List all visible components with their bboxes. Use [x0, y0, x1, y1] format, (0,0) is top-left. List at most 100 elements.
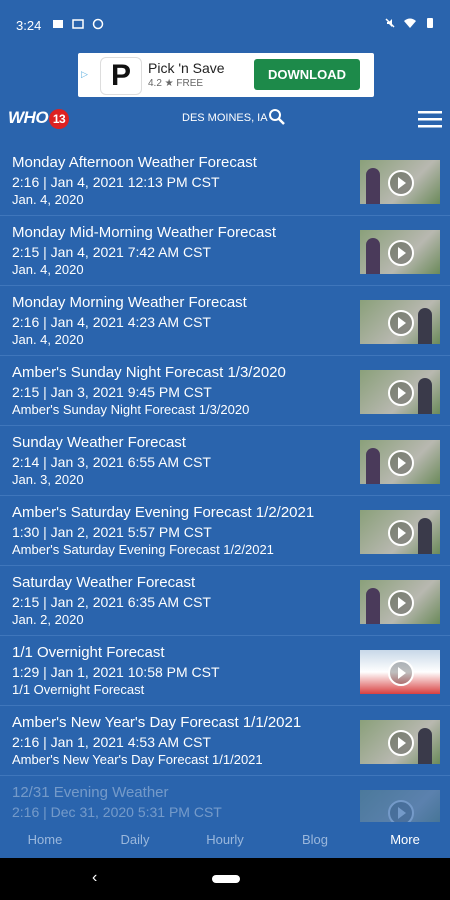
presenter-figure — [418, 518, 432, 554]
play-icon[interactable] — [388, 590, 414, 616]
video-thumbnail[interactable] — [360, 230, 440, 274]
wifi-icon — [404, 18, 416, 28]
list-item[interactable]: Sunday Weather Forecast 2:14 | Jan 3, 20… — [0, 426, 450, 496]
video-list: Monday Afternoon Weather Forecast 2:16 |… — [0, 146, 450, 822]
presenter-figure — [418, 728, 432, 764]
system-nav-bar: ‹ — [0, 858, 450, 900]
play-icon[interactable] — [388, 380, 414, 406]
location-label[interactable]: DES MOINES, IA — [182, 112, 268, 124]
play-icon[interactable] — [388, 240, 414, 266]
ad-logo-letter: P — [110, 59, 131, 92]
video-subtitle: Jan. 4, 2020 — [12, 262, 84, 277]
video-title: Monday Mid-Morning Weather Forecast — [12, 224, 276, 241]
video-thumbnail[interactable] — [360, 580, 440, 624]
video-subtitle: Amber's New Year's Day Forecast 1/1/2021 — [12, 752, 263, 767]
video-title: Amber's Saturday Evening Forecast 1/2/20… — [12, 504, 315, 521]
video-subtitle: Amber's Sunday Night Forecast 1/3/2020 — [12, 402, 250, 417]
video-title: Monday Afternoon Weather Forecast — [12, 154, 257, 171]
video-meta: 2:15 | Jan 4, 2021 7:42 AM CST — [12, 244, 211, 260]
play-icon[interactable] — [388, 170, 414, 196]
presenter-figure — [418, 378, 432, 414]
list-item[interactable]: Amber's New Year's Day Forecast 1/1/2021… — [0, 706, 450, 776]
tab-more[interactable]: More — [360, 822, 450, 858]
presenter-figure — [366, 168, 380, 204]
play-icon[interactable] — [388, 450, 414, 476]
video-meta: 2:16 | Jan 4, 2021 4:23 AM CST — [12, 314, 211, 330]
video-title: 1/1 Overnight Forecast — [12, 644, 165, 661]
status-bar: 3:24 — [0, 0, 450, 52]
video-meta: 2:15 | Jan 2, 2021 6:35 AM CST — [12, 594, 211, 610]
video-thumbnail[interactable] — [360, 720, 440, 764]
list-item[interactable]: 1/1 Overnight Forecast 1:29 | Jan 1, 202… — [0, 636, 450, 706]
video-title: Amber's Sunday Night Forecast 1/3/2020 — [12, 364, 286, 381]
video-thumbnail[interactable] — [360, 440, 440, 484]
brand-text: WHO — [8, 108, 49, 127]
list-item[interactable]: Amber's Sunday Night Forecast 1/3/2020 2… — [0, 356, 450, 426]
list-item[interactable]: Monday Afternoon Weather Forecast 2:16 |… — [0, 146, 450, 216]
video-meta: 1:30 | Jan 2, 2021 5:57 PM CST — [12, 524, 212, 540]
brand-logo[interactable]: WHO 13 — [8, 108, 70, 129]
play-icon[interactable] — [388, 730, 414, 756]
video-meta: 2:16 | Dec 31, 2020 5:31 PM CST — [12, 804, 222, 820]
video-subtitle: Jan. 3, 2020 — [12, 472, 84, 487]
list-item[interactable]: Saturday Weather Forecast 2:15 | Jan 2, … — [0, 566, 450, 636]
video-subtitle: Jan. 2, 2020 — [12, 612, 84, 627]
ad-choices-icon[interactable]: ▷ — [81, 69, 88, 80]
video-subtitle: 1/1 Overnight Forecast — [12, 682, 145, 697]
video-title: 12/31 Evening Weather — [12, 784, 169, 801]
home-pill-icon[interactable] — [212, 875, 240, 883]
video-thumbnail[interactable] — [360, 160, 440, 204]
video-title: Monday Morning Weather Forecast — [12, 294, 247, 311]
play-icon[interactable] — [388, 520, 414, 546]
video-thumbnail[interactable] — [360, 300, 440, 344]
video-title: Sunday Weather Forecast — [12, 434, 186, 451]
list-item[interactable]: 12/31 Evening Weather 2:16 | Dec 31, 202… — [0, 776, 450, 822]
ad-app-name: Pick 'n Save — [148, 60, 225, 76]
list-item[interactable]: Amber's Saturday Evening Forecast 1/2/20… — [0, 496, 450, 566]
brand-number: 13 — [49, 108, 70, 129]
video-thumbnail[interactable] — [360, 510, 440, 554]
cast-icon — [72, 19, 84, 29]
presenter-figure — [366, 448, 380, 484]
tab-daily[interactable]: Daily — [90, 822, 180, 858]
video-meta: 2:14 | Jan 3, 2021 6:55 AM CST — [12, 454, 211, 470]
tab-hourly[interactable]: Hourly — [180, 822, 270, 858]
ad-app-rating: 4.2 ★ FREE — [148, 78, 204, 89]
play-icon[interactable] — [388, 660, 414, 686]
video-subtitle: Amber's Saturday Evening Forecast 1/2/20… — [12, 542, 274, 557]
status-right-icons — [384, 17, 436, 29]
battery-icon — [427, 18, 433, 28]
video-meta: 2:16 | Jan 1, 2021 4:53 AM CST — [12, 734, 211, 750]
ad-download-button[interactable]: DOWNLOAD — [254, 59, 360, 90]
back-icon[interactable]: ‹ — [92, 869, 97, 887]
tab-home[interactable]: Home — [0, 822, 90, 858]
status-left-icons — [52, 18, 104, 30]
presenter-figure — [418, 308, 432, 344]
status-time: 3:24 — [16, 18, 42, 33]
app-header: WHO 13 DES MOINES, IA — [0, 98, 450, 140]
ad-banner[interactable]: ▷ P Pick 'n Save 4.2 ★ FREE DOWNLOAD — [78, 53, 374, 97]
list-item[interactable]: Monday Mid-Morning Weather Forecast 2:15… — [0, 216, 450, 286]
presenter-figure — [366, 588, 380, 624]
video-title: Saturday Weather Forecast — [12, 574, 196, 591]
play-icon[interactable] — [388, 310, 414, 336]
video-meta: 2:16 | Jan 4, 2021 12:13 PM CST — [12, 174, 220, 190]
gallery-icon — [53, 20, 63, 28]
sync-icon — [92, 18, 104, 30]
hamburger-menu-icon[interactable] — [418, 110, 442, 128]
video-meta: 1:29 | Jan 1, 2021 10:58 PM CST — [12, 664, 220, 680]
list-item[interactable]: Monday Morning Weather Forecast 2:16 | J… — [0, 286, 450, 356]
video-thumbnail[interactable] — [360, 650, 440, 694]
video-subtitle: Jan. 4, 2020 — [12, 332, 84, 347]
play-icon[interactable] — [388, 800, 414, 822]
video-subtitle: Jan. 4, 2020 — [12, 192, 84, 207]
mute-icon — [385, 18, 395, 28]
video-thumbnail[interactable] — [360, 790, 440, 822]
search-icon[interactable] — [268, 108, 286, 126]
bottom-tab-bar: Home Daily Hourly Blog More — [0, 822, 450, 858]
video-thumbnail[interactable] — [360, 370, 440, 414]
video-meta: 2:15 | Jan 3, 2021 9:45 PM CST — [12, 384, 212, 400]
video-title: Amber's New Year's Day Forecast 1/1/2021 — [12, 714, 302, 731]
tab-blog[interactable]: Blog — [270, 822, 360, 858]
ad-app-logo: P — [100, 57, 142, 95]
